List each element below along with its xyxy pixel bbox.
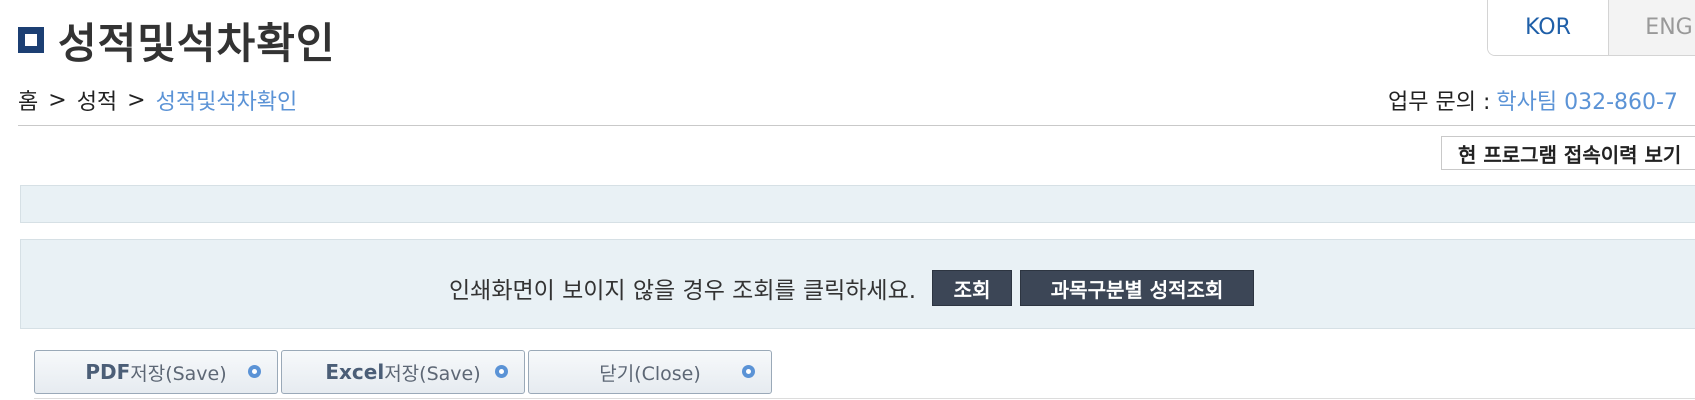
breadcrumb-home[interactable]: 홈 [18, 84, 38, 116]
notice-panel: 인쇄화면이 보이지 않을 경우 조회를 클릭하세요. 조회 과목구분별 성적조회 [20, 239, 1695, 329]
lang-kor-button[interactable]: KOR [1488, 0, 1608, 55]
excel-label: Excel [325, 360, 385, 384]
breadcrumb-separator: > [127, 87, 146, 113]
page-header: 성적및석차확인 [18, 10, 335, 70]
notice-row: 인쇄화면이 보이지 않을 경우 조회를 클릭하세요. 조회 과목구분별 성적조회 [449, 270, 1255, 306]
breadcrumb-grades[interactable]: 성적 [77, 84, 117, 116]
contact-info: 업무 문의 : 학사팀 032-860-7 [1388, 84, 1678, 116]
contact-value: 학사팀 032-860-7 [1496, 90, 1678, 115]
content-divider [34, 398, 1695, 399]
close-label: 닫기(Close) [599, 362, 701, 385]
pdf-save-label: 저장(Save) [130, 362, 227, 385]
excel-save-label: 저장(Save) [384, 362, 481, 385]
circle-arrow-icon [742, 365, 755, 378]
language-switcher: KOR ENG [1487, 0, 1695, 56]
subject-grade-search-button[interactable]: 과목구분별 성적조회 [1020, 270, 1255, 306]
search-button[interactable]: 조회 [932, 270, 1013, 306]
circle-arrow-icon [248, 365, 261, 378]
notice-text: 인쇄화면이 보이지 않을 경우 조회를 클릭하세요. [449, 278, 917, 304]
breadcrumb-current: 성적및석차확인 [155, 90, 298, 115]
pdf-label: PDF [85, 360, 131, 384]
close-button[interactable]: 닫기(Close) [528, 350, 772, 394]
circle-arrow-icon [495, 365, 508, 378]
breadcrumb: 홈 > 성적 > 성적및석차확인 [18, 84, 297, 116]
pdf-save-button[interactable]: PDF 저장(Save) [34, 350, 278, 394]
contact-label: 업무 문의 : [1388, 90, 1491, 115]
header-divider [18, 125, 1695, 126]
page-title: 성적및석차확인 [58, 18, 336, 68]
toolbar-strip [20, 185, 1695, 223]
excel-save-button[interactable]: Excel 저장(Save) [281, 350, 525, 394]
action-buttons: PDF 저장(Save) Excel 저장(Save) 닫기(Close) [34, 350, 775, 394]
access-history-button[interactable]: 현 프로그램 접속이력 보기 [1441, 136, 1695, 170]
breadcrumb-separator: > [48, 87, 67, 113]
square-bullet-icon [18, 27, 44, 53]
lang-eng-button[interactable]: ENG [1608, 0, 1695, 55]
